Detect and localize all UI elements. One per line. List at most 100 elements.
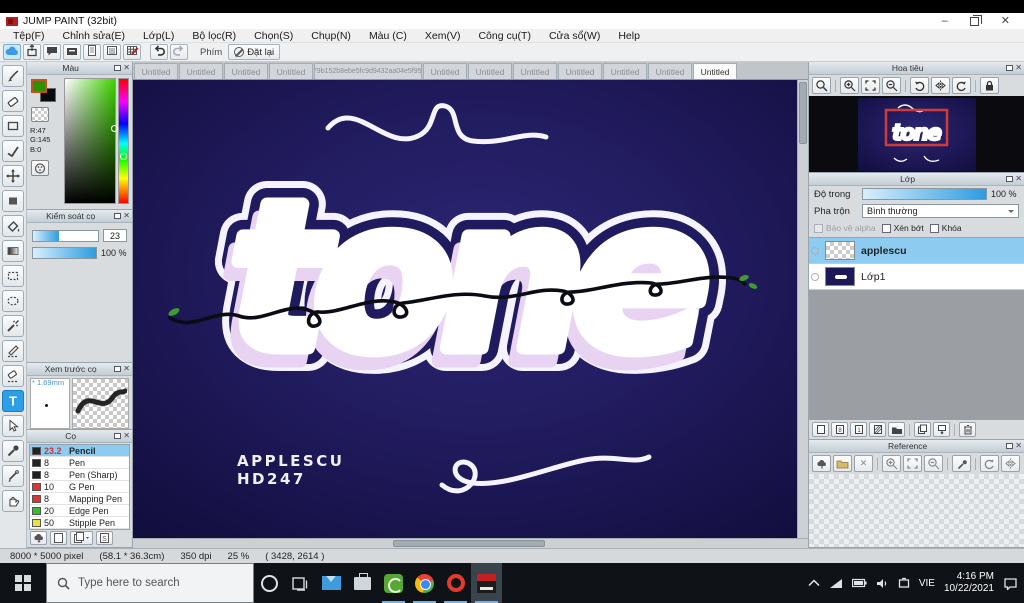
ref-zoom-out-button[interactable] [924, 455, 943, 472]
tab-untitled-7[interactable]: Untitled [513, 63, 557, 79]
tab-untitled-6[interactable]: Untitled [468, 63, 512, 79]
object-pick-tool[interactable] [2, 415, 24, 437]
ref-flip-button[interactable] [1001, 455, 1020, 472]
ref-open-button[interactable] [833, 455, 852, 472]
popout-icon[interactable] [1006, 176, 1014, 182]
blend-mode-select[interactable]: Bình thường [862, 204, 1019, 218]
ref-eyedropper-button[interactable] [952, 455, 971, 472]
navigator-preview[interactable]: tone [809, 96, 1024, 172]
zoom-fit-button[interactable] [861, 77, 880, 94]
popout-icon[interactable] [114, 213, 122, 219]
ref-cloud-button[interactable] [812, 455, 831, 472]
lasso-tool[interactable] [2, 290, 24, 312]
ref-zoom-in-button[interactable] [882, 455, 901, 472]
list-layout-button[interactable] [103, 44, 121, 60]
magic-wand-tool[interactable] [2, 315, 24, 337]
tab-untitled-active[interactable]: Untitled [693, 63, 737, 79]
material-grid-button[interactable] [123, 44, 141, 60]
brush-item-edge-pen[interactable]: 20 Edge Pen [30, 505, 129, 517]
polyline-tool[interactable] [2, 140, 24, 162]
eyedropper-tool[interactable] [2, 440, 24, 462]
ref-close-button[interactable]: ✕ [854, 455, 873, 472]
battery-icon[interactable] [851, 578, 867, 588]
brush-item-mapping-pen[interactable]: 8 Mapping Pen [30, 493, 129, 505]
vertical-scrollbar[interactable] [797, 80, 808, 538]
brush-item-pen-sharp[interactable]: 8 Pen (Sharp) [30, 469, 129, 481]
task-view-button[interactable] [285, 563, 316, 603]
tray-expand-icon[interactable] [808, 579, 820, 587]
layer-item-applescu[interactable]: applescu [809, 238, 1024, 264]
menu-tools[interactable]: Công cụ(T) [469, 30, 540, 42]
tab-untitled-2[interactable]: Untitled [179, 63, 223, 79]
merge-layer-button[interactable] [933, 422, 950, 437]
lock-button[interactable] [980, 77, 999, 94]
action-center-icon[interactable] [1003, 577, 1018, 590]
color-swatches[interactable] [30, 78, 60, 104]
layer-visibility-toggle[interactable] [811, 272, 819, 281]
document-button[interactable] [83, 44, 101, 60]
opera-app-button[interactable] [440, 563, 471, 603]
chrome-app-button[interactable] [409, 563, 440, 603]
vscroll-handle[interactable] [799, 82, 807, 144]
tab-untitled-4[interactable]: Untitled [269, 63, 313, 79]
drawing-canvas[interactable]: tone tone tone tone APPLESCU HD247 [133, 80, 797, 538]
volume-icon[interactable] [876, 578, 889, 589]
medibang-app-button[interactable] [378, 563, 409, 603]
clock[interactable]: 4:16 PM 10/22/2021 [944, 571, 994, 596]
brush-new-button[interactable] [50, 530, 67, 545]
horizontal-scrollbar[interactable] [133, 538, 808, 548]
zoom-in-button[interactable] [840, 77, 859, 94]
menu-layer[interactable]: Lớp(L) [134, 30, 183, 42]
restore-button[interactable] [969, 14, 982, 26]
select-rect-tool[interactable] [2, 265, 24, 287]
eraser-tool[interactable] [2, 90, 24, 112]
close-icon[interactable]: ✕ [123, 64, 130, 72]
close-icon[interactable]: ✕ [1015, 442, 1022, 450]
brush-script-button[interactable]: S [96, 530, 113, 545]
cloud-button[interactable] [3, 44, 21, 60]
shape-rect-tool[interactable] [2, 115, 24, 137]
popout-icon[interactable] [114, 65, 122, 71]
zoom-actual-button[interactable] [812, 77, 831, 94]
jump-paint-app-button[interactable] [471, 563, 502, 603]
add-1bit-layer-button[interactable]: 1 [850, 422, 867, 437]
tab-untitled-9[interactable]: Untitled [603, 63, 647, 79]
clipping-checkbox[interactable]: Xén bớt [881, 223, 924, 233]
language-indicator[interactable]: VIE [919, 578, 935, 589]
close-icon[interactable]: ✕ [123, 365, 130, 373]
close-button[interactable]: ✕ [1001, 15, 1010, 27]
select-eraser-tool[interactable] [2, 365, 24, 387]
undo-button[interactable] [150, 44, 168, 60]
lock-checkbox[interactable]: Khóa [929, 223, 962, 233]
popout-icon[interactable] [114, 433, 122, 439]
share-button[interactable] [23, 44, 41, 60]
menu-color[interactable]: Màu (C) [360, 30, 416, 42]
add-8bit-layer-button[interactable]: 8 [831, 422, 848, 437]
menu-select[interactable]: Chọn(S) [245, 30, 302, 42]
tab-untitled-1[interactable]: Untitled [134, 63, 178, 79]
brush-size-slider[interactable] [32, 229, 99, 242]
fill-rect-tool[interactable] [2, 190, 24, 212]
layer-visibility-toggle[interactable] [811, 246, 819, 255]
tab-untitled-5[interactable]: Untitled [423, 63, 467, 79]
hand-tool[interactable] [2, 490, 24, 512]
divide-tool[interactable] [2, 465, 24, 487]
brush-size-value[interactable]: 23 [103, 229, 127, 242]
bucket-tool[interactable] [2, 215, 24, 237]
brush-tool[interactable] [2, 65, 24, 87]
menu-window[interactable]: Cửa sổ(W) [540, 30, 609, 42]
close-icon[interactable]: ✕ [1015, 175, 1022, 183]
taskbar-search-input[interactable]: Type here to search [46, 563, 254, 603]
screen-comment-button[interactable] [63, 44, 81, 60]
popout-icon[interactable] [114, 366, 122, 372]
zoom-out-button[interactable] [882, 77, 901, 94]
foreground-color-swatch[interactable] [31, 79, 47, 93]
rotate-right-button[interactable] [952, 77, 971, 94]
hue-slider[interactable] [118, 78, 129, 204]
brush-opacity-slider[interactable] [32, 247, 97, 259]
menu-file[interactable]: Tệp(F) [4, 30, 54, 42]
menu-help[interactable]: Help [609, 30, 649, 42]
select-pen-tool[interactable] [2, 340, 24, 362]
brush-item-stipple-pen[interactable]: 50 Stipple Pen [30, 517, 129, 529]
add-layer-button[interactable] [812, 422, 829, 437]
